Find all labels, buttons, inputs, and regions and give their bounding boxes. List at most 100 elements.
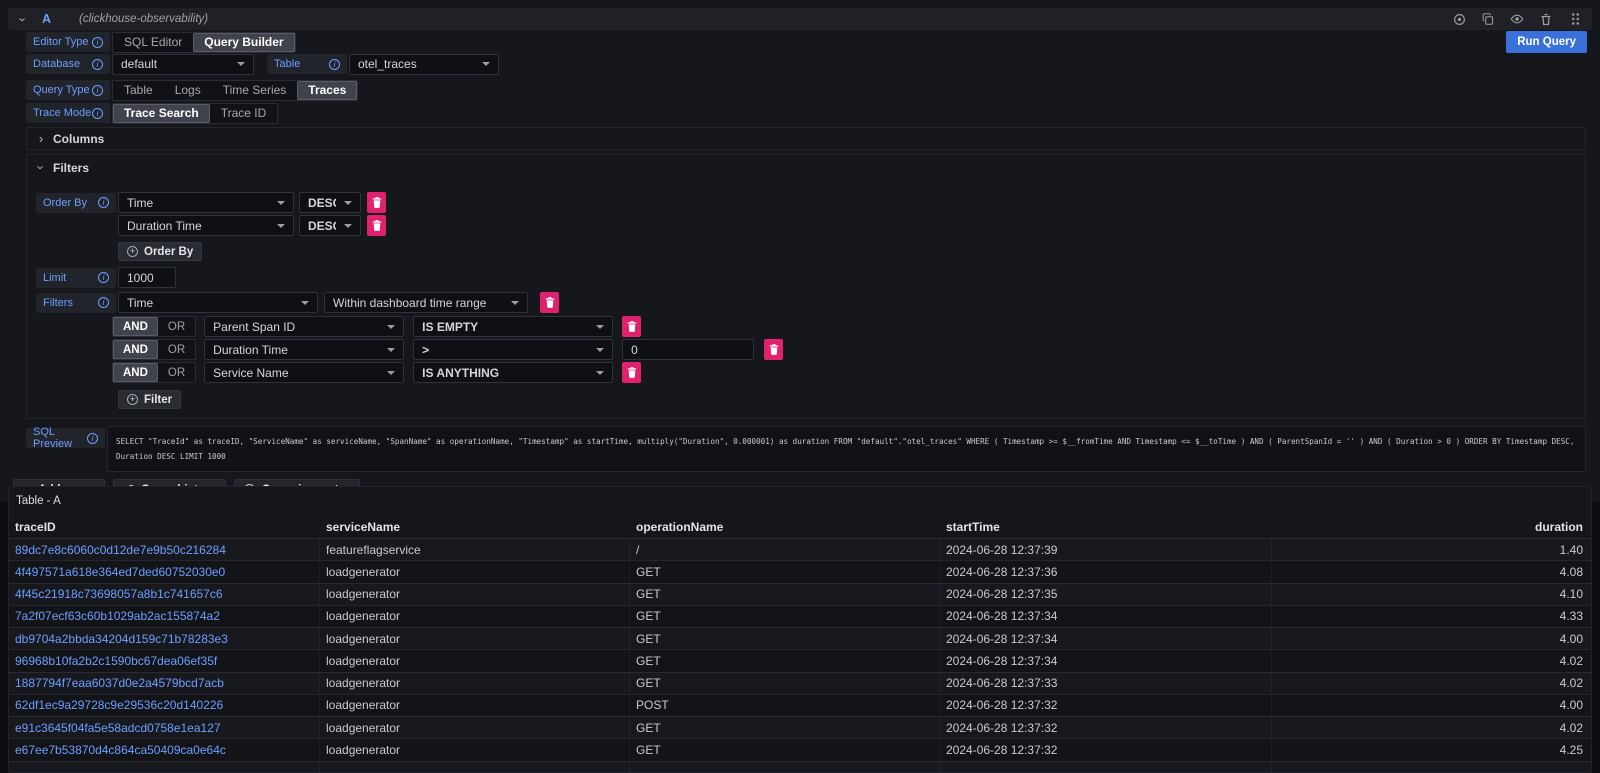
trace-link[interactable]: db9704a2bbda34204d159c71b78283e3 bbox=[15, 632, 228, 646]
column-header-traceid[interactable]: traceID bbox=[9, 515, 320, 538]
and-option[interactable]: AND bbox=[113, 317, 158, 336]
filter-field-select[interactable]: Parent Span ID bbox=[204, 316, 404, 337]
remove-filter-button[interactable] bbox=[622, 316, 641, 337]
filter-operator-select[interactable]: IS ANYTHING bbox=[413, 362, 613, 383]
column-header-starttime[interactable]: startTime bbox=[940, 515, 1272, 538]
trace-id-option[interactable]: Trace ID bbox=[210, 104, 278, 123]
remove-order-by-button[interactable] bbox=[367, 192, 386, 213]
hide-response-eye-icon[interactable] bbox=[1510, 12, 1524, 26]
trace-link[interactable]: 89dc7e8c6060c0d12de7e9b50c216284 bbox=[15, 543, 226, 557]
filter-field-select[interactable]: Service Name bbox=[204, 362, 404, 383]
order-by-field-select[interactable]: Time bbox=[118, 192, 294, 213]
remove-filter-button[interactable] bbox=[764, 339, 783, 360]
trace-link[interactable]: 1887794f7eaa6037d0e2a4579bcd7acb bbox=[15, 676, 224, 690]
remove-filter-button[interactable] bbox=[622, 362, 641, 383]
run-query-button[interactable]: Run Query bbox=[1506, 31, 1587, 53]
filter-value-input[interactable]: 0 bbox=[622, 339, 754, 360]
table-row-partial bbox=[9, 761, 1591, 773]
sql-preview-label: SQL Preview i bbox=[26, 428, 105, 448]
and-option[interactable]: AND bbox=[113, 363, 158, 382]
table-select[interactable]: otel_traces bbox=[349, 54, 499, 75]
filter-operator-select[interactable]: IS EMPTY bbox=[413, 316, 613, 337]
trace-link[interactable]: 7a2f07ecf63c60b1029ab2ac155874a2 bbox=[15, 609, 220, 623]
order-by-info-icon[interactable]: i bbox=[98, 197, 109, 208]
or-option[interactable]: OR bbox=[158, 340, 195, 359]
cell-servicename: loadgenerator bbox=[320, 650, 630, 671]
editor-type-info-icon[interactable]: i bbox=[92, 37, 103, 48]
cell-servicename: loadgenerator bbox=[320, 561, 630, 582]
trace-mode-row: Trace Mode i Trace Search Trace ID bbox=[26, 103, 1600, 123]
query-type-info-icon[interactable]: i bbox=[92, 85, 103, 96]
database-label: Database i bbox=[26, 54, 110, 74]
table-info-icon[interactable]: i bbox=[329, 59, 340, 70]
trace-search-option[interactable]: Trace Search bbox=[113, 104, 210, 123]
order-by-field-select[interactable]: Duration Time bbox=[118, 215, 294, 236]
or-option[interactable]: OR bbox=[158, 317, 195, 336]
add-order-by-button[interactable]: + Order By bbox=[118, 242, 202, 261]
column-header-duration[interactable]: duration bbox=[1272, 515, 1591, 538]
cell-operationname: GET bbox=[630, 739, 940, 760]
query-type-tab-time-series[interactable]: Time Series bbox=[212, 81, 298, 100]
or-option[interactable]: OR bbox=[158, 363, 195, 382]
trace-link[interactable]: e91c3645f04fa5e58adcd0758e1ea127 bbox=[15, 721, 221, 735]
limit-info-icon[interactable]: i bbox=[98, 272, 109, 283]
trace-link[interactable]: 4f45c21918c73698057a8b1c741657c6 bbox=[15, 587, 223, 601]
circle-plus-icon: + bbox=[127, 246, 138, 257]
filters-info-icon[interactable]: i bbox=[98, 297, 109, 308]
order-by-direction-select[interactable]: DESC bbox=[299, 215, 361, 236]
filter-condition-row: AND OR Service Name IS ANYTHING bbox=[112, 362, 1576, 383]
query-builder-option[interactable]: Query Builder bbox=[193, 33, 294, 52]
column-header-servicename[interactable]: serviceName bbox=[320, 515, 630, 538]
filter-field-select[interactable]: Duration Time bbox=[204, 339, 404, 360]
sql-editor-option[interactable]: SQL Editor bbox=[113, 33, 193, 52]
and-option[interactable]: AND bbox=[113, 340, 158, 359]
trace-mode-info-icon[interactable]: i bbox=[92, 108, 103, 119]
filters-time-row: Filters i Time Within dashboard time ran… bbox=[36, 292, 1576, 313]
filter-operator-select[interactable]: > bbox=[413, 339, 613, 360]
chevron-down-icon bbox=[596, 348, 604, 352]
database-select[interactable]: default bbox=[112, 54, 254, 75]
cell-servicename: loadgenerator bbox=[320, 606, 630, 627]
datasource-help-icon[interactable] bbox=[1452, 12, 1466, 26]
limit-row: Limit i 1000 bbox=[36, 267, 1576, 288]
filters-section-header[interactable]: › Filters bbox=[27, 157, 1585, 178]
remove-query-trash-icon[interactable] bbox=[1539, 12, 1553, 26]
remove-order-by-button[interactable] bbox=[367, 215, 386, 236]
query-type-tab-traces[interactable]: Traces bbox=[297, 81, 357, 100]
query-type-tab-table[interactable]: Table bbox=[113, 81, 164, 100]
trace-link[interactable]: 96968b10fa2b2c1590bc67dea06ef35f bbox=[15, 654, 217, 668]
query-type-label: Query Type i bbox=[26, 80, 110, 100]
cell-duration: 4.33 bbox=[1272, 606, 1591, 627]
trace-link[interactable]: e67ee7b53870d4c864ca50409ca0e64c bbox=[15, 743, 226, 757]
chevron-down-icon bbox=[301, 301, 309, 305]
columns-section-header[interactable]: › Columns bbox=[27, 128, 1585, 149]
chevron-right-icon: › bbox=[36, 132, 46, 145]
column-header-operationname[interactable]: operationName bbox=[630, 515, 940, 538]
drag-handle-icon[interactable] bbox=[1568, 12, 1582, 26]
add-filter-button[interactable]: + Filter bbox=[118, 390, 181, 409]
chevron-down-icon bbox=[511, 301, 519, 305]
filter-operator-select[interactable]: Within dashboard time range bbox=[324, 292, 528, 313]
database-info-icon[interactable]: i bbox=[92, 59, 103, 70]
trace-link[interactable]: 62df1ec9a29728c9e29536c20d140226 bbox=[15, 698, 223, 712]
query-row-header[interactable]: › A (clickhouse-observability) bbox=[8, 8, 1592, 30]
filters-section: › Filters Order By i Time DESC bbox=[26, 154, 1586, 419]
editor-type-label: Editor Type i bbox=[26, 32, 110, 52]
sql-preview-info-icon[interactable]: i bbox=[87, 433, 98, 444]
duplicate-query-icon[interactable] bbox=[1481, 12, 1495, 26]
and-or-toggle: AND OR bbox=[112, 339, 196, 360]
limit-input[interactable]: 1000 bbox=[118, 267, 176, 288]
cell-servicename: loadgenerator bbox=[320, 628, 630, 649]
filters-label: Filters i bbox=[36, 293, 116, 313]
cell-operationname: GET bbox=[630, 584, 940, 605]
chevron-down-icon: › bbox=[35, 163, 48, 173]
panel-title[interactable]: Table - A bbox=[9, 487, 1591, 515]
filter-field-select[interactable]: Time bbox=[118, 292, 318, 313]
trace-link[interactable]: 4f497571a618e364ed7ded60752030e0 bbox=[15, 565, 225, 579]
table-row: e91c3645f04fa5e58adcd0758e1ea127 loadgen… bbox=[9, 716, 1591, 738]
query-type-tab-logs[interactable]: Logs bbox=[164, 81, 212, 100]
remove-filter-button[interactable] bbox=[540, 292, 559, 313]
order-by-direction-select[interactable]: DESC bbox=[299, 192, 361, 213]
chevron-down-icon bbox=[387, 348, 395, 352]
collapse-query-icon[interactable]: › bbox=[17, 14, 30, 24]
